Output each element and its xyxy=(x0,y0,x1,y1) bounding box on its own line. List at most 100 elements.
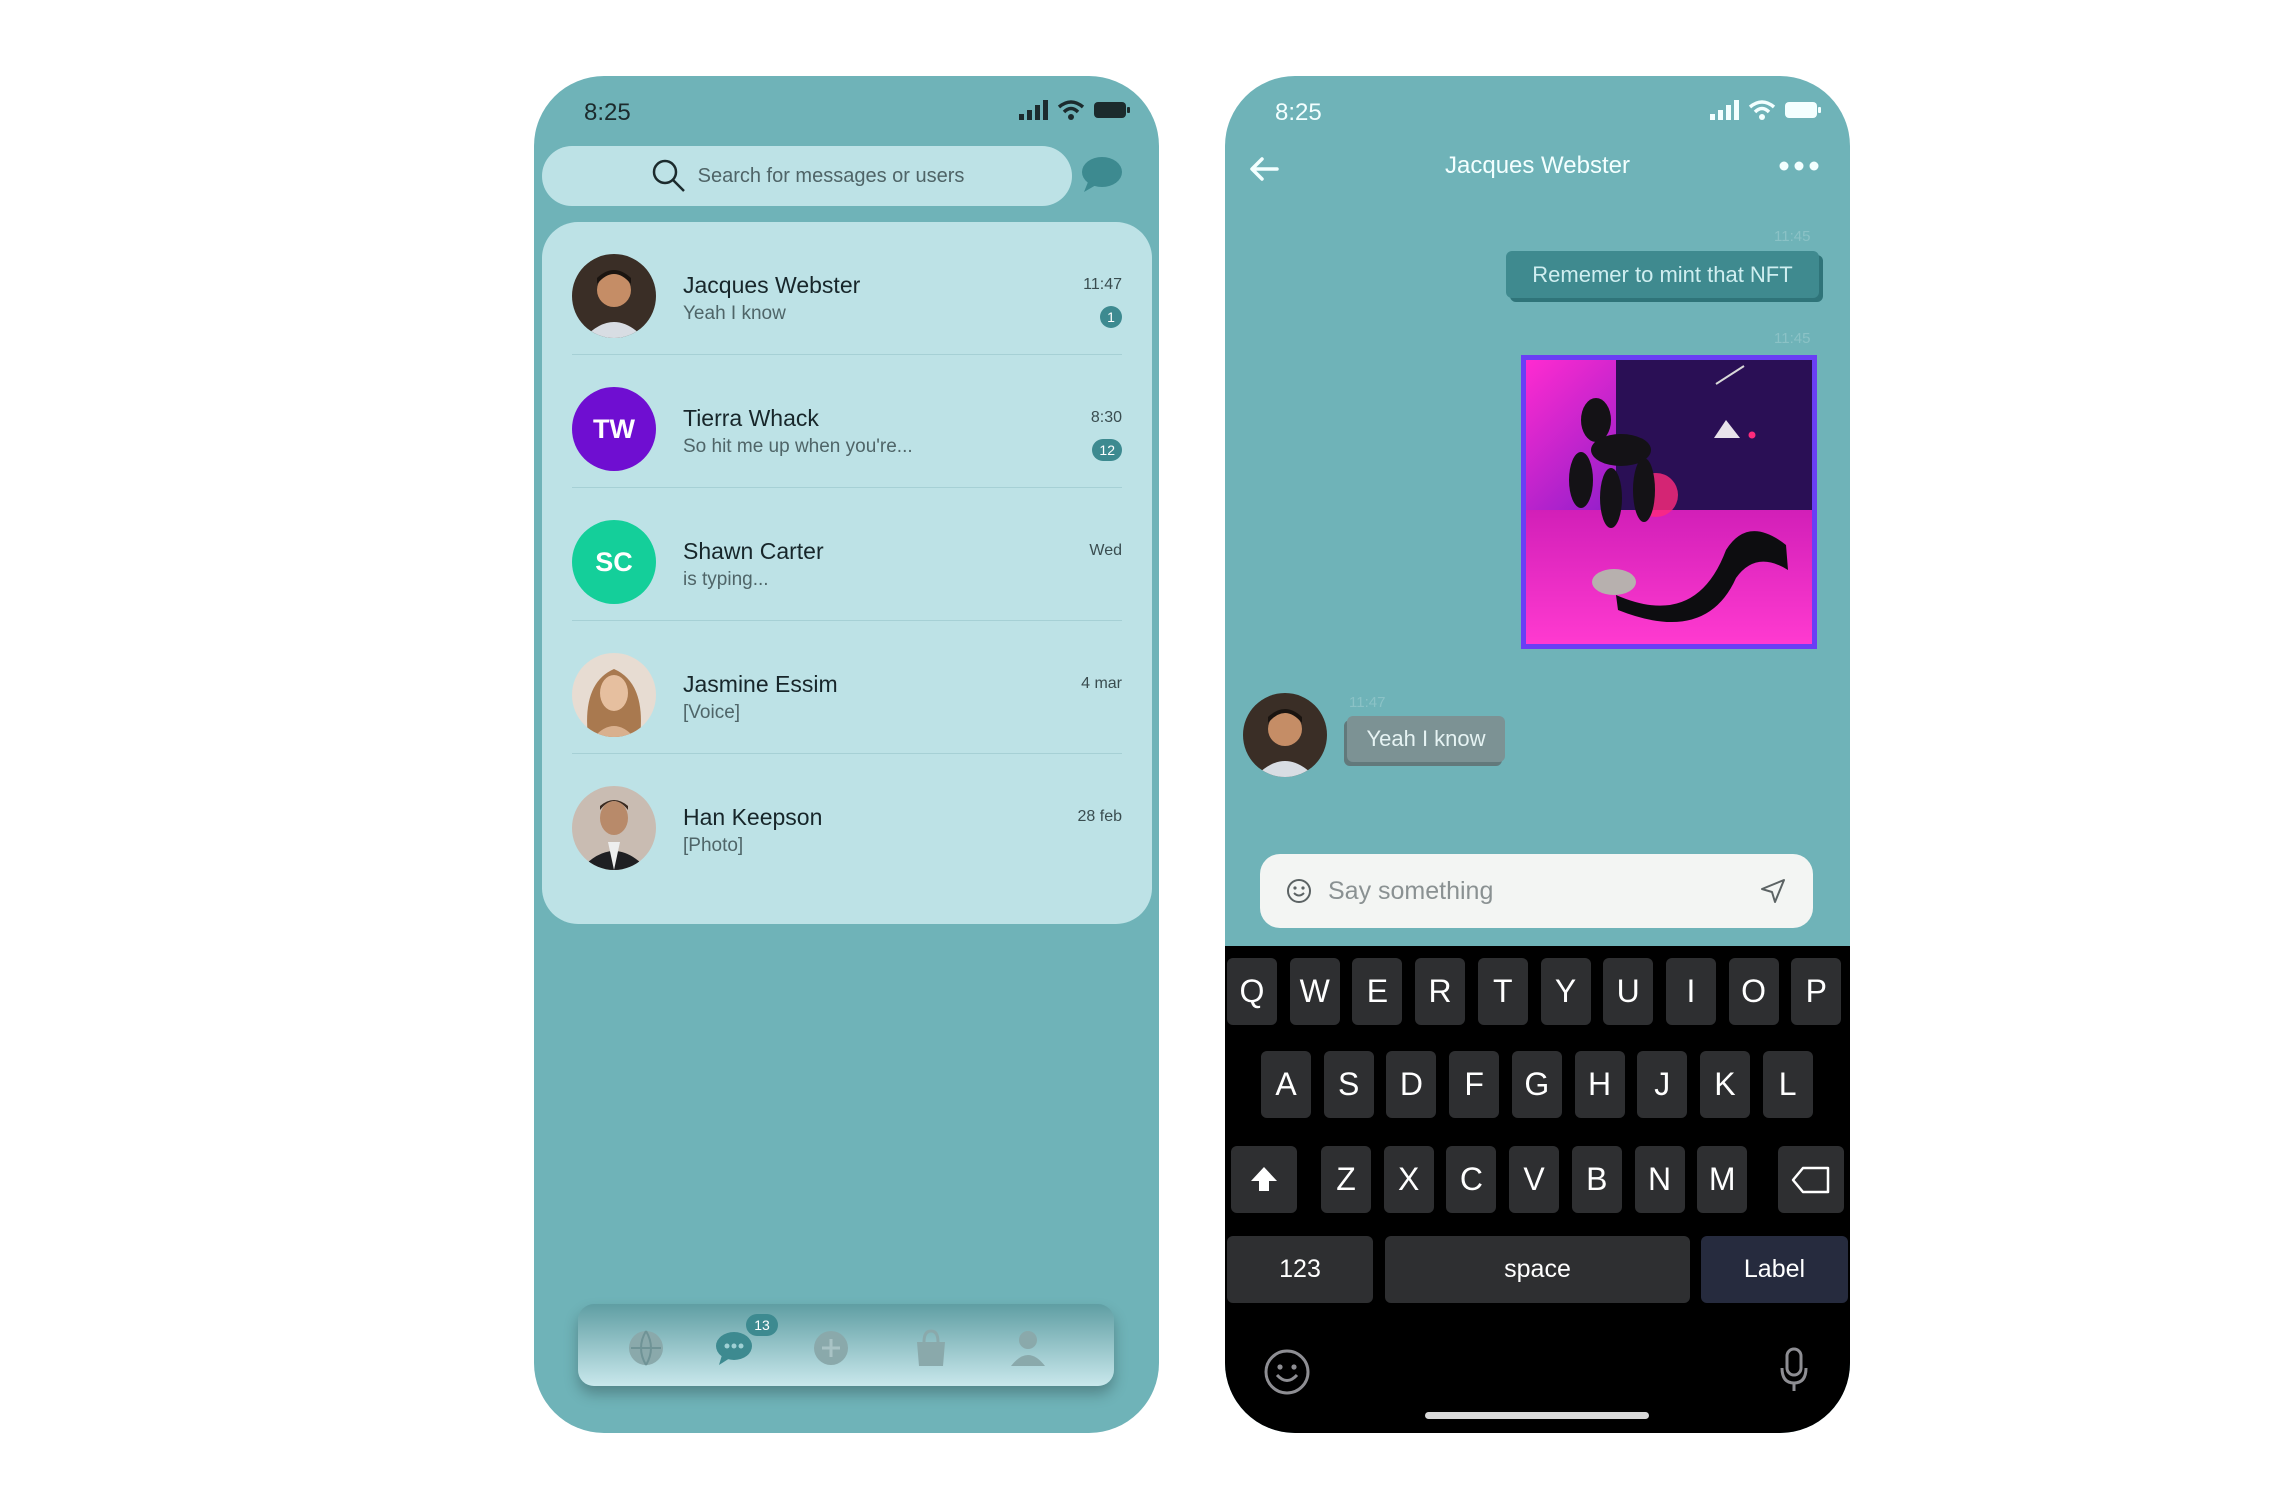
key-w[interactable]: W xyxy=(1289,958,1340,1025)
chat-time: 28 feb xyxy=(1077,808,1122,825)
key-i[interactable]: I xyxy=(1665,958,1716,1025)
chat-icon[interactable] xyxy=(714,1328,754,1368)
key-space[interactable]: space xyxy=(1385,1236,1690,1303)
wifi-icon xyxy=(1057,100,1085,120)
key-a[interactable]: A xyxy=(1261,1051,1311,1118)
avatar xyxy=(572,254,656,338)
profile-icon[interactable] xyxy=(1008,1328,1048,1368)
microphone-icon[interactable] xyxy=(1779,1346,1809,1394)
chat-time: 8:30 xyxy=(1090,409,1122,426)
home-indicator xyxy=(1425,1412,1649,1419)
message-time: 11:47 xyxy=(1349,694,1386,711)
key-d[interactable]: D xyxy=(1386,1051,1437,1118)
chat-list: Jacques Webster Yeah I know 11:47 1 TW T… xyxy=(542,222,1152,924)
chat-name: Jacques Webster xyxy=(683,272,861,298)
outgoing-message[interactable]: Rememer to mint that NFT xyxy=(1506,251,1819,298)
avatar xyxy=(572,786,656,870)
bag-icon[interactable] xyxy=(911,1328,951,1368)
search-icon xyxy=(652,159,685,192)
key-h[interactable]: H xyxy=(1574,1051,1625,1118)
message-composer[interactable]: Say something xyxy=(1260,854,1813,928)
battery-icon xyxy=(1785,102,1821,118)
key-q[interactable]: Q xyxy=(1227,958,1277,1025)
on-screen-keyboard: QWERTYUIOP ASDFGHJKL ZXCVBNM 123 space Lab… xyxy=(1225,946,1850,1433)
back-arrow-icon[interactable] xyxy=(1247,152,1281,186)
key-k[interactable]: K xyxy=(1699,1051,1750,1118)
emoji-keyboard-icon[interactable] xyxy=(1263,1348,1311,1396)
chat-preview: So hit me up when you're... xyxy=(683,436,913,457)
incoming-message[interactable]: Yeah I know xyxy=(1347,716,1505,762)
chat-time: Wed xyxy=(1089,542,1122,559)
avatar xyxy=(572,653,656,737)
key-g[interactable]: G xyxy=(1511,1051,1562,1118)
key-r[interactable]: R xyxy=(1415,958,1466,1025)
signal-icon xyxy=(1019,100,1048,120)
key-n[interactable]: N xyxy=(1634,1146,1685,1213)
chat-row-jasmine-essim[interactable]: Jasmine Essim [Voice] 4 mar xyxy=(572,621,1122,754)
conversation-screen: 8:25 Jacques Webster 11:45 Rememer to mi… xyxy=(1225,76,1850,1433)
chat-name: Tierra Whack xyxy=(683,405,819,431)
key-u[interactable]: U xyxy=(1603,958,1654,1025)
search-bar[interactable]: Search for messages or users xyxy=(542,146,1072,206)
key-x[interactable]: X xyxy=(1383,1146,1434,1213)
chat-time: 11:47 xyxy=(1083,276,1122,293)
more-options-icon[interactable] xyxy=(1778,160,1820,172)
key-s[interactable]: S xyxy=(1323,1051,1374,1118)
search-input[interactable]: Search for messages or users xyxy=(698,165,965,188)
key-m[interactable]: M xyxy=(1697,1146,1748,1213)
add-icon[interactable] xyxy=(811,1328,851,1368)
key-p[interactable]: P xyxy=(1791,958,1842,1025)
chat-tab-badge: 13 xyxy=(746,1314,778,1336)
chat-preview: is typing... xyxy=(683,569,769,590)
chat-name: Han Keepson xyxy=(683,804,823,830)
key-f[interactable]: F xyxy=(1449,1051,1500,1118)
status-time: 8:25 xyxy=(1275,99,1322,126)
key-action[interactable]: Label xyxy=(1701,1236,1848,1303)
key-l[interactable]: L xyxy=(1762,1051,1813,1118)
shift-icon xyxy=(1251,1167,1277,1191)
key-o[interactable]: O xyxy=(1728,958,1779,1025)
chat-name: Jasmine Essim xyxy=(683,671,838,697)
chat-preview: [Photo] xyxy=(683,835,744,856)
wifi-icon xyxy=(1748,100,1776,120)
new-chat-icon[interactable] xyxy=(1080,154,1124,194)
message-input[interactable]: Say something xyxy=(1328,877,1759,906)
backspace-icon xyxy=(1791,1166,1830,1194)
avatar xyxy=(1243,693,1327,777)
avatar-initials: TW xyxy=(572,387,656,471)
chat-name: Shawn Carter xyxy=(683,538,824,564)
chat-list-screen: 8:25 Search for messages or users Jacque… xyxy=(534,76,1159,1433)
key-z[interactable]: Z xyxy=(1321,1146,1371,1213)
chat-row-han-keepson[interactable]: Han Keepson [Photo] 28 feb xyxy=(572,754,1122,887)
avatar-initials: SC xyxy=(572,520,656,604)
key-y[interactable]: Y xyxy=(1540,958,1591,1025)
status-bar: 8:25 xyxy=(534,76,1159,152)
chat-time: 4 mar xyxy=(1081,675,1122,692)
message-time: 11:45 xyxy=(1774,330,1811,347)
key-t[interactable]: T xyxy=(1477,958,1528,1025)
key-c[interactable]: C xyxy=(1446,1146,1497,1213)
key-v[interactable]: V xyxy=(1509,1146,1560,1213)
unread-badge: 1 xyxy=(1100,306,1122,328)
bottom-tab-bar: 13 xyxy=(578,1304,1114,1386)
key-e[interactable]: E xyxy=(1352,958,1403,1025)
battery-icon xyxy=(1094,102,1130,118)
chat-row-shawn-carter[interactable]: SC Shawn Carter is typing... Wed xyxy=(572,488,1122,621)
backspace-key[interactable] xyxy=(1778,1146,1844,1213)
key-j[interactable]: J xyxy=(1637,1051,1688,1118)
status-time: 8:25 xyxy=(584,99,631,126)
signal-icon xyxy=(1710,100,1739,120)
unread-badge: 12 xyxy=(1092,439,1122,461)
key-b[interactable]: B xyxy=(1571,1146,1622,1213)
key-numbers[interactable]: 123 xyxy=(1227,1236,1373,1303)
chat-preview: [Voice] xyxy=(683,702,741,723)
chat-row-tierra-whack[interactable]: TW Tierra Whack So hit me up when you're… xyxy=(572,355,1122,488)
chat-row-jacques-webster[interactable]: Jacques Webster Yeah I know 11:47 1 xyxy=(572,222,1122,355)
emoji-icon[interactable] xyxy=(1286,878,1312,904)
send-icon[interactable] xyxy=(1759,877,1787,905)
shift-key[interactable] xyxy=(1231,1146,1297,1213)
globe-icon[interactable] xyxy=(626,1328,666,1368)
chat-preview: Yeah I know xyxy=(683,303,786,324)
message-time: 11:45 xyxy=(1774,228,1811,245)
nft-image-message[interactable] xyxy=(1521,355,1817,649)
